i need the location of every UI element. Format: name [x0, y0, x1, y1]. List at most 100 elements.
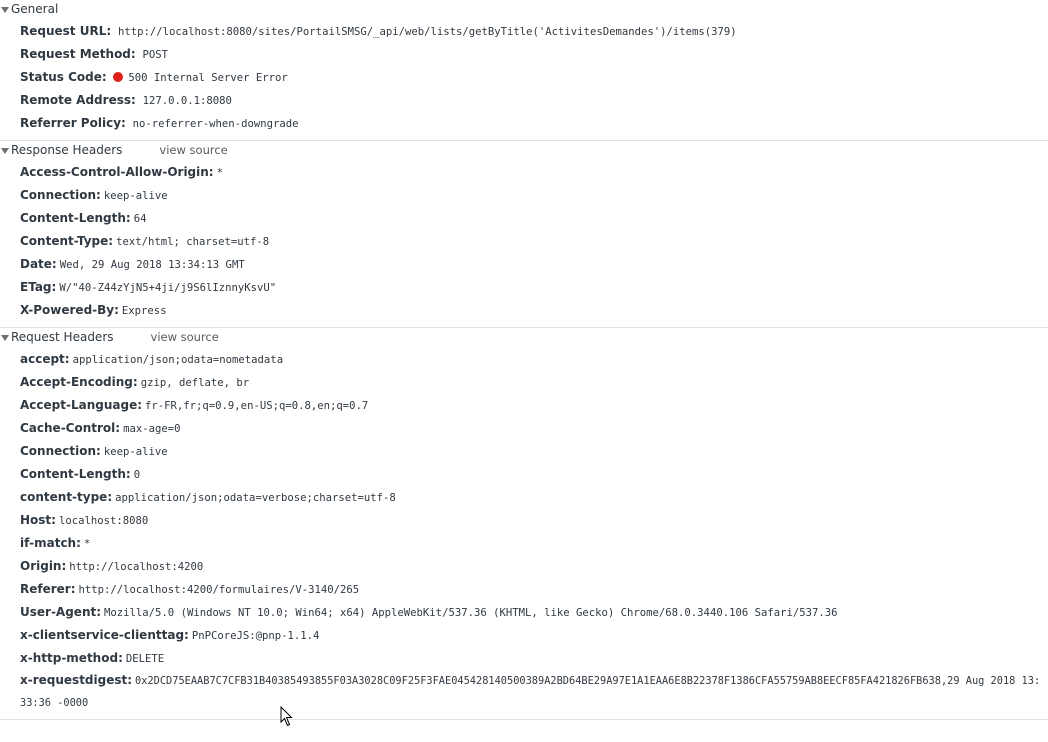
header-name: Referer:	[20, 582, 76, 596]
header-value: text/html; charset=utf-8	[116, 236, 270, 248]
header-name: ETag:	[20, 280, 57, 294]
header-value: http://localhost:4200/formulaires/V-3140…	[78, 584, 360, 596]
response-headers-rows: Access-Control-Allow-Origin: * Connection:…	[0, 160, 1048, 322]
header-name: Content-Length:	[20, 211, 131, 225]
remote-address-row: Remote Address: 127.0.0.1:8080	[0, 89, 1048, 112]
header-value: PnPCoreJS:@pnp-1.1.4	[191, 630, 320, 642]
response-headers-section-header[interactable]: Response Headers view source	[0, 141, 1048, 160]
general-section-header[interactable]: General	[0, 0, 1048, 19]
header-name: Accept-Language:	[20, 398, 143, 412]
header-value: 0x2DCD75EAAB7C7CFB31B40385493855F03A3028…	[20, 675, 1041, 709]
header-row: Access-Control-Allow-Origin: *	[0, 161, 1048, 184]
request-url-row: Request URL: http://localhost:8080/sites…	[0, 20, 1048, 43]
header-value: http://localhost:4200	[69, 561, 204, 573]
header-name: Date:	[20, 257, 57, 271]
mouse-pointer-icon	[280, 706, 293, 727]
header-value: application/json;odata=nometadata	[72, 354, 284, 366]
header-value: Mozilla/5.0 (Windows NT 10.0; Win64; x64…	[104, 607, 838, 619]
header-value: *	[216, 167, 223, 179]
remote-address-label: Remote Address:	[20, 93, 136, 107]
header-row: Origin: http://localhost:4200	[0, 555, 1048, 578]
header-row: x-http-method: DELETE	[0, 647, 1048, 670]
header-value: localhost:8080	[58, 515, 149, 527]
header-name: content-type:	[20, 490, 113, 504]
header-row: x-clientservice-clienttag: PnPCoreJS:@pnp…	[0, 624, 1048, 647]
header-row: accept: application/json;odata=nometadata	[0, 348, 1048, 371]
remote-address-value: 127.0.0.1:8080	[142, 95, 232, 107]
header-row: Content-Length: 64	[0, 207, 1048, 230]
header-name: Content-Type:	[20, 234, 114, 248]
general-section: General Request URL: http://localhost:80…	[0, 0, 1048, 141]
header-value: DELETE	[125, 653, 165, 665]
header-name: Access-Control-Allow-Origin:	[20, 165, 214, 179]
header-name: X-Powered-By:	[20, 303, 119, 317]
header-value: *	[83, 538, 91, 550]
request-headers-rows: accept: application/json;odata=nometadata…	[0, 347, 1048, 714]
response-view-source-link[interactable]: view source	[159, 141, 227, 160]
request-headers-section-header[interactable]: Request Headers view source	[0, 328, 1048, 347]
request-view-source-link[interactable]: view source	[151, 328, 219, 347]
header-name: x-http-method:	[20, 651, 123, 665]
header-row: if-match: *	[0, 532, 1048, 555]
header-value: Wed, 29 Aug 2018 13:34:13 GMT	[59, 259, 245, 271]
header-value: keep-alive	[103, 446, 168, 458]
general-rows: Request URL: http://localhost:8080/sites…	[0, 19, 1048, 135]
header-value: max-age=0	[123, 423, 181, 435]
referrer-policy-value: no-referrer-when-downgrade	[132, 118, 299, 130]
header-name: Origin:	[20, 559, 67, 573]
general-title: General	[11, 2, 59, 16]
triangle-down-icon	[1, 148, 9, 154]
header-name: Content-Length:	[20, 467, 131, 481]
request-method-row: Request Method: POST	[0, 43, 1048, 66]
header-name: x-clientservice-clienttag:	[20, 628, 189, 642]
header-row: ETag: W/"40-Z44zYjN5+4ji/j9S6lIznnyKsvU"	[0, 276, 1048, 299]
header-value: W/"40-Z44zYjN5+4ji/j9S6lIznnyKsvU"	[59, 282, 277, 294]
header-row: Cache-Control: max-age=0	[0, 417, 1048, 440]
header-value: gzip, deflate, br	[140, 377, 250, 389]
header-row: Connection: keep-alive	[0, 440, 1048, 463]
header-row: Content-Length: 0	[0, 463, 1048, 486]
header-value: application/json;odata=verbose;charset=u…	[115, 492, 396, 504]
referrer-policy-label: Referrer Policy:	[20, 116, 126, 130]
header-value: fr-FR,fr;q=0.9,en-US;q=0.8,en;q=0.7	[145, 400, 369, 412]
header-row: User-Agent: Mozilla/5.0 (Windows NT 10.0;…	[0, 601, 1048, 624]
triangle-down-icon	[1, 7, 9, 13]
status-code-row: Status Code: 500 Internal Server Error	[0, 66, 1048, 89]
request-headers-section: Request Headers view source accept: appli…	[0, 328, 1048, 720]
header-row: Connection: keep-alive	[0, 184, 1048, 207]
header-row: x-requestdigest: 0x2DCD75EAAB7C7CFB31B403…	[0, 670, 1048, 714]
request-method-value: POST	[142, 49, 169, 61]
header-value: 0	[133, 469, 141, 481]
header-row: Host: localhost:8080	[0, 509, 1048, 532]
header-value: Express	[121, 305, 167, 317]
referrer-policy-row: Referrer Policy: no-referrer-when-downgr…	[0, 112, 1048, 135]
header-row: X-Powered-By: Express	[0, 299, 1048, 322]
header-name: if-match:	[20, 536, 81, 550]
header-value: 64	[133, 213, 147, 225]
header-name: Accept-Encoding:	[20, 375, 138, 389]
response-headers-title: Response Headers	[11, 143, 123, 157]
header-row: Accept-Language: fr-FR,fr;q=0.9,en-US;q=0…	[0, 394, 1048, 417]
header-row: Content-Type: text/html; charset=utf-8	[0, 230, 1048, 253]
request-method-label: Request Method:	[20, 47, 136, 61]
request-headers-title: Request Headers	[11, 330, 114, 344]
header-name: Host:	[20, 513, 56, 527]
header-row: Date: Wed, 29 Aug 2018 13:34:13 GMT	[0, 253, 1048, 276]
status-dot-icon	[113, 72, 124, 82]
header-name: Connection:	[20, 444, 101, 458]
request-url-value: http://localhost:8080/sites/PortailSMSG/…	[117, 26, 737, 38]
header-name: Connection:	[20, 188, 101, 202]
header-row: content-type: application/json;odata=verb…	[0, 486, 1048, 509]
header-name: accept:	[20, 352, 70, 366]
status-code-value: 500 Internal Server Error	[128, 72, 288, 84]
header-row: Referer: http://localhost:4200/formulaire…	[0, 578, 1048, 601]
header-name: x-requestdigest:	[20, 673, 133, 687]
triangle-down-icon	[1, 335, 9, 341]
header-value: keep-alive	[103, 190, 168, 202]
header-row: Accept-Encoding: gzip, deflate, br	[0, 371, 1048, 394]
response-headers-section: Response Headers view source Access-Cont…	[0, 141, 1048, 328]
header-name: User-Agent:	[20, 605, 102, 619]
status-code-label: Status Code:	[20, 70, 107, 84]
request-url-label: Request URL:	[20, 24, 112, 38]
header-name: Cache-Control:	[20, 421, 121, 435]
